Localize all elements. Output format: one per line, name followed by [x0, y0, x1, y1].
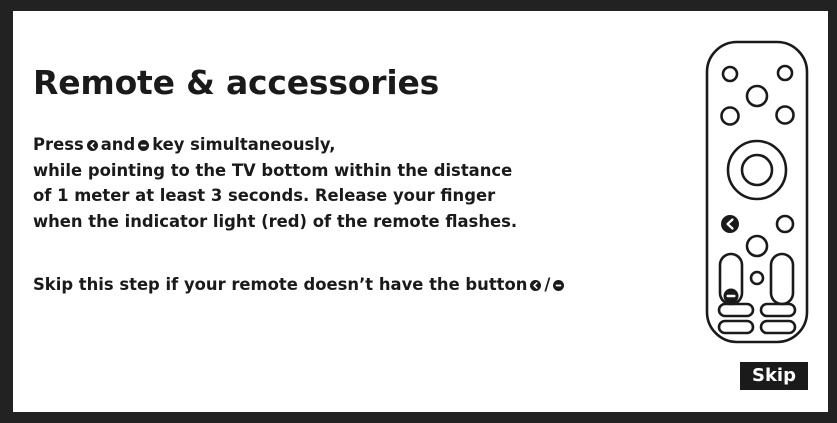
remote-right-rocker — [769, 252, 795, 306]
remote-bottom-right-upper-key — [759, 302, 797, 318]
skip-note-text: Skip this step if your remote doesn’t ha… — [33, 275, 528, 294]
skip-button[interactable]: Skip — [740, 362, 808, 390]
instruction-key-text: key simultaneously, — [152, 135, 336, 154]
remote-bottom-left-lower-key — [717, 319, 755, 335]
instruction-and-text: and — [100, 135, 136, 154]
pairing-instructions: Press and key simultaneously, while pointi… — [33, 132, 517, 234]
remote-center-button — [745, 234, 769, 258]
minus-key-icon — [553, 280, 565, 291]
instruction-line-1: Press and key simultaneously, — [33, 132, 517, 158]
remote-bottom-right-lower-key — [759, 319, 797, 335]
page-title: Remote & accessories — [33, 63, 440, 102]
back-arrow-icon — [86, 140, 98, 151]
remote-dpad-ring — [726, 139, 788, 201]
back-arrow-icon — [530, 280, 542, 291]
instruction-line-2: while pointing to the TV bottom within t… — [33, 160, 513, 180]
skip-note: Skip this step if your remote doesn’t ha… — [33, 275, 567, 294]
remote-right-side-button — [775, 214, 795, 234]
instruction-press-text: Press — [33, 135, 84, 154]
minus-key-icon — [138, 140, 150, 151]
remote-upper-center-button — [745, 84, 769, 108]
instruction-line-3: of 1 meter at least 3 seconds. Release y… — [33, 186, 496, 205]
remote-back-key-highlight — [721, 215, 739, 233]
remote-top-left-button — [721, 65, 739, 83]
remote-small-center-button — [749, 270, 765, 286]
skip-note-separator: / — [544, 275, 551, 294]
instruction-line-4: when the indicator light (red) of the re… — [33, 211, 518, 231]
remote-minus-key-highlight — [723, 288, 739, 304]
remote-mid-right-button — [775, 105, 795, 125]
pairing-screen: Remote & accessories Press and key simulta… — [0, 0, 837, 423]
remote-control-illustration — [705, 40, 809, 344]
remote-bottom-left-upper-key — [717, 302, 755, 318]
remote-top-right-button — [776, 64, 794, 82]
remote-ok-button — [740, 153, 774, 187]
remote-mid-left-button — [720, 106, 740, 126]
